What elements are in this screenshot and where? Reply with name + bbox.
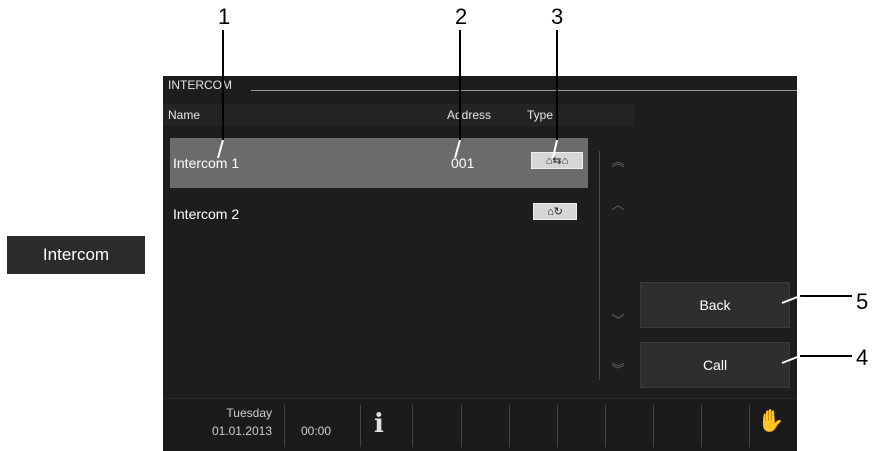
leader-tail-3 — [552, 139, 558, 159]
leader-tail-1 — [217, 139, 224, 159]
leader-tail-4 — [781, 355, 801, 364]
callout-leaders — [217, 30, 852, 364]
leader-tail-2 — [454, 139, 461, 159]
leader-tail-5 — [781, 295, 801, 304]
